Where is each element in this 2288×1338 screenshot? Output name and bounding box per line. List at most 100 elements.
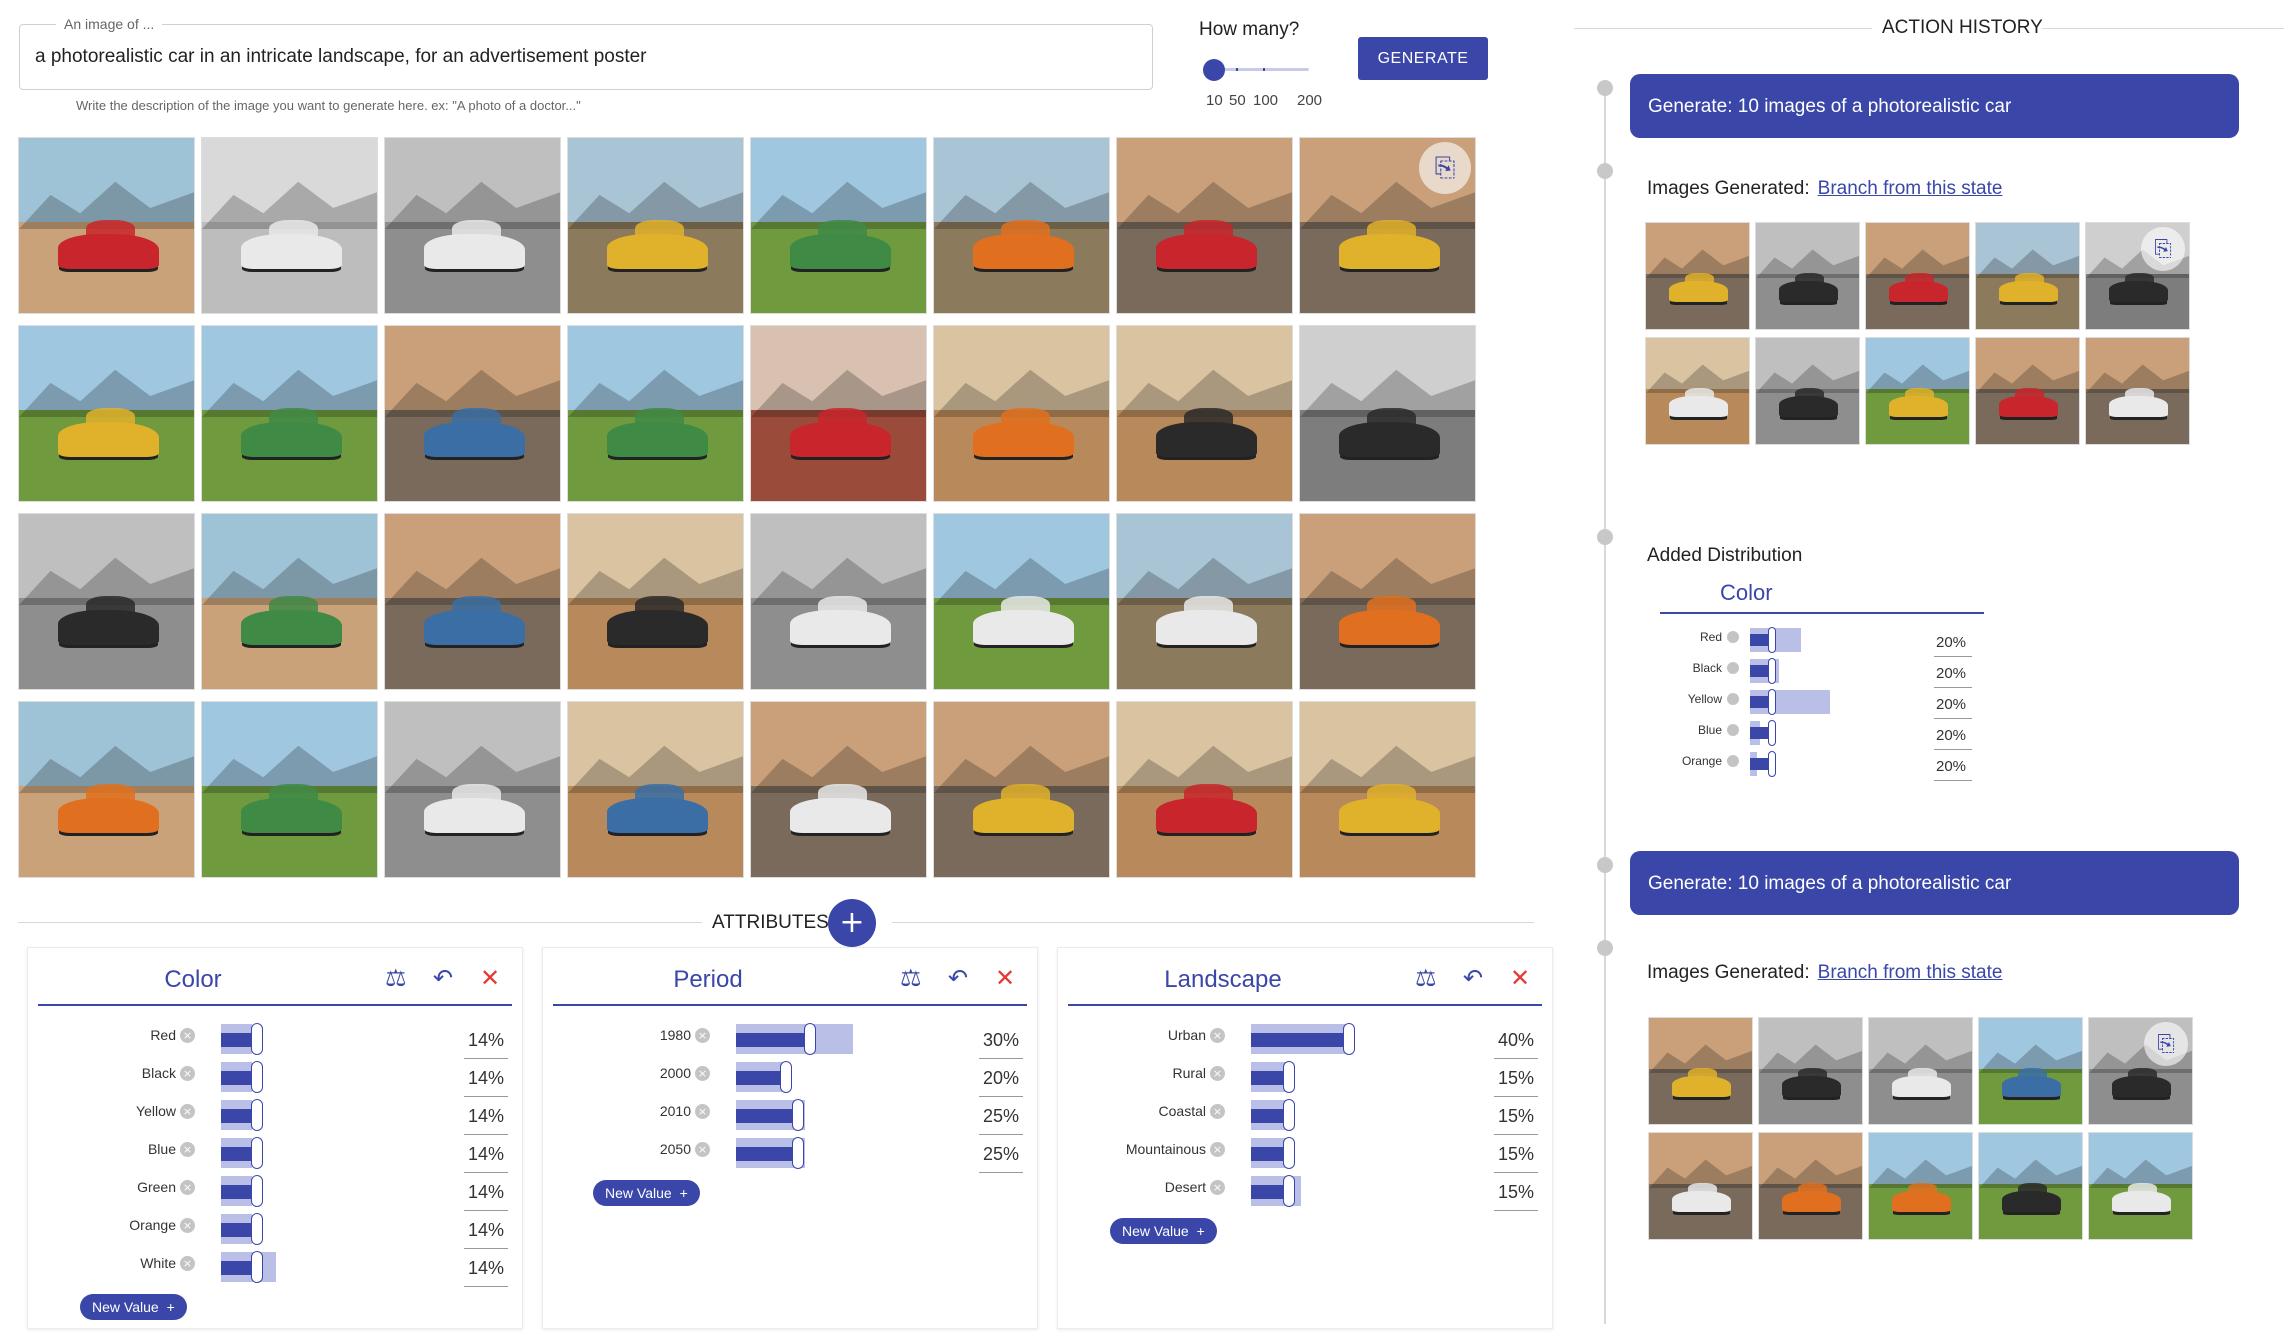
generated-image[interactable]: ⎘: [2085, 222, 2190, 330]
copy-icon[interactable]: ⎘: [2141, 227, 2185, 271]
distribution-handle[interactable]: [1283, 1061, 1295, 1093]
generated-image[interactable]: [933, 701, 1110, 878]
undo-icon[interactable]: ↶: [1463, 964, 1483, 992]
generated-image[interactable]: [1299, 325, 1476, 502]
generated-image[interactable]: [750, 137, 927, 314]
remove-value-icon[interactable]: ×: [180, 1180, 195, 1195]
close-icon[interactable]: ✕: [1510, 964, 1530, 992]
generated-image[interactable]: [1116, 137, 1293, 314]
generated-image[interactable]: [384, 325, 561, 502]
generated-image[interactable]: [933, 513, 1110, 690]
remove-value-icon[interactable]: ×: [180, 1142, 195, 1157]
distribution-handle[interactable]: [250, 1099, 263, 1131]
generated-image[interactable]: [18, 513, 195, 690]
generated-image[interactable]: [18, 701, 195, 878]
remove-value-icon[interactable]: ×: [1210, 1180, 1225, 1195]
generated-image[interactable]: [1648, 1132, 1753, 1240]
close-icon[interactable]: ✕: [480, 964, 500, 992]
generated-image[interactable]: [567, 325, 744, 502]
generated-image[interactable]: [1645, 222, 1750, 330]
remove-value-icon[interactable]: ×: [180, 1066, 195, 1081]
balance-icon[interactable]: ⚖: [900, 964, 922, 992]
generated-image[interactable]: [567, 137, 744, 314]
generated-image[interactable]: [933, 137, 1110, 314]
distribution-handle[interactable]: [1283, 1137, 1295, 1169]
generated-image[interactable]: [384, 513, 561, 690]
generated-image[interactable]: [1755, 337, 1860, 445]
prompt-value[interactable]: a photorealistic car in an intricate lan…: [35, 46, 647, 68]
remove-value-icon[interactable]: ×: [180, 1218, 195, 1233]
remove-value-icon[interactable]: ×: [180, 1256, 195, 1271]
generated-image[interactable]: [1865, 222, 1970, 330]
generated-image[interactable]: [1758, 1017, 1863, 1125]
remove-value-icon[interactable]: ×: [180, 1028, 195, 1043]
generated-image[interactable]: [384, 701, 561, 878]
remove-value-icon[interactable]: ×: [695, 1028, 710, 1043]
generated-image[interactable]: [1758, 1132, 1863, 1240]
branch-link[interactable]: Branch from this state: [1818, 178, 2003, 199]
distribution-handle[interactable]: [250, 1061, 263, 1093]
generated-image[interactable]: [18, 325, 195, 502]
generated-image[interactable]: [2085, 337, 2190, 445]
generated-image[interactable]: [567, 701, 744, 878]
distribution-handle[interactable]: [1343, 1023, 1355, 1055]
distribution-handle[interactable]: [792, 1099, 804, 1131]
generated-image[interactable]: [1116, 513, 1293, 690]
add-attribute-button[interactable]: +: [828, 899, 876, 947]
generated-image[interactable]: [750, 325, 927, 502]
generated-image[interactable]: [201, 137, 378, 314]
close-icon[interactable]: ✕: [995, 964, 1015, 992]
generated-image[interactable]: [1299, 513, 1476, 690]
remove-value-icon[interactable]: ×: [695, 1066, 710, 1081]
generated-image[interactable]: [1975, 222, 2080, 330]
balance-icon[interactable]: ⚖: [1415, 964, 1437, 992]
generated-image[interactable]: [201, 325, 378, 502]
generate-button[interactable]: GENERATE: [1358, 37, 1488, 80]
new-value-button[interactable]: New Value +: [1110, 1218, 1217, 1244]
generated-image[interactable]: [1299, 701, 1476, 878]
remove-value-icon[interactable]: ×: [1210, 1028, 1225, 1043]
generated-image[interactable]: ⎘: [1299, 137, 1476, 314]
generated-image[interactable]: ⎘: [2088, 1017, 2193, 1125]
generated-image[interactable]: [1645, 337, 1750, 445]
copy-icon[interactable]: ⎘: [1419, 142, 1471, 194]
generated-image[interactable]: [1116, 325, 1293, 502]
remove-value-icon[interactable]: ×: [1210, 1104, 1225, 1119]
remove-value-icon[interactable]: ×: [1210, 1066, 1225, 1081]
generated-image[interactable]: [18, 137, 195, 314]
generated-image[interactable]: [201, 701, 378, 878]
balance-icon[interactable]: ⚖: [385, 964, 407, 992]
generated-image[interactable]: [1865, 337, 1970, 445]
history-generate-card[interactable]: Generate: 10 images of a photorealistic …: [1630, 851, 2239, 915]
undo-icon[interactable]: ↶: [433, 964, 453, 992]
distribution-handle[interactable]: [250, 1175, 263, 1207]
generated-image[interactable]: [384, 137, 561, 314]
remove-value-icon[interactable]: ×: [180, 1104, 195, 1119]
new-value-button[interactable]: New Value +: [80, 1294, 187, 1320]
generated-image[interactable]: [1978, 1017, 2083, 1125]
generated-image[interactable]: [567, 513, 744, 690]
how-many-slider-thumb[interactable]: [1203, 59, 1225, 81]
copy-icon[interactable]: ⎘: [2144, 1022, 2188, 1066]
distribution-handle[interactable]: [792, 1137, 804, 1169]
distribution-handle[interactable]: [250, 1137, 263, 1169]
generated-image[interactable]: [1868, 1132, 1973, 1240]
generated-image[interactable]: [750, 701, 927, 878]
distribution-handle[interactable]: [804, 1023, 816, 1055]
generated-image[interactable]: [1975, 337, 2080, 445]
distribution-handle[interactable]: [1283, 1175, 1295, 1207]
distribution-handle[interactable]: [250, 1251, 263, 1283]
branch-link[interactable]: Branch from this state: [1818, 962, 2003, 983]
distribution-handle[interactable]: [250, 1213, 263, 1245]
remove-value-icon[interactable]: ×: [1210, 1142, 1225, 1157]
distribution-handle[interactable]: [780, 1061, 792, 1093]
generated-image[interactable]: [750, 513, 927, 690]
distribution-handle[interactable]: [1283, 1099, 1295, 1131]
generated-image[interactable]: [1755, 222, 1860, 330]
generated-image[interactable]: [1648, 1017, 1753, 1125]
generated-image[interactable]: [1978, 1132, 2083, 1240]
generated-image[interactable]: [2088, 1132, 2193, 1240]
generated-image[interactable]: [1868, 1017, 1973, 1125]
generated-image[interactable]: [933, 325, 1110, 502]
remove-value-icon[interactable]: ×: [695, 1104, 710, 1119]
